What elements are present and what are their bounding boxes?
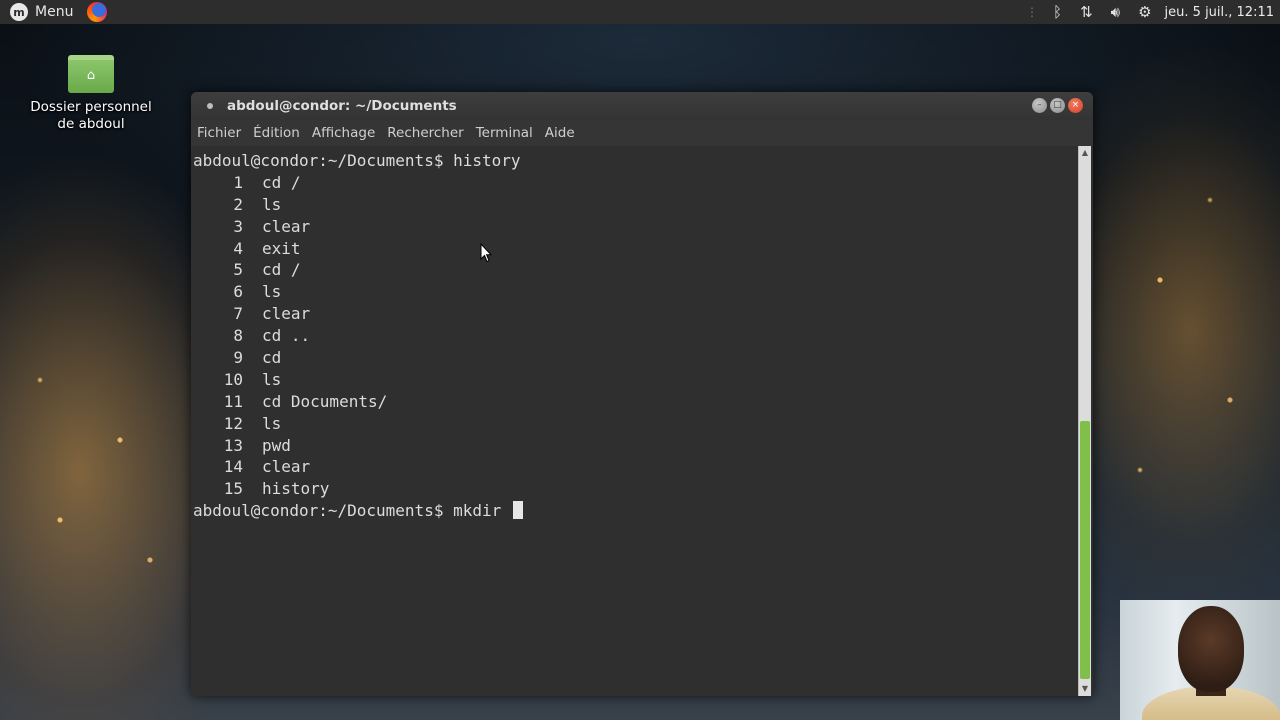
history-number: 1 [233,172,243,192]
history-line: 4 exit [193,238,1078,260]
menu-terminal[interactable]: Terminal [476,125,533,141]
window-titlebar[interactable]: abdoul@condor: ~/Documents – □ × [191,92,1093,120]
window-controls: – □ × [1029,98,1083,113]
history-command: cd Documents/ [262,391,388,411]
mouse-pointer-icon [480,243,492,263]
history-line: 15 history [193,478,1078,500]
history-number: 5 [233,260,243,280]
history-line: 5 cd / [193,259,1078,281]
history-command: ls [262,194,282,214]
webcam-overlay [1120,600,1280,720]
menu-edition[interactable]: Édition [253,125,300,141]
history-number: 3 [233,216,243,236]
prompt-line: abdoul@condor:~/Documents$ history [193,150,1078,172]
network-icon[interactable]: ⇅ [1071,3,1102,21]
desktop-icon-label-line2: de abdoul [57,116,125,132]
folder-icon: ⌂ [68,55,114,93]
input-line[interactable]: abdoul@condor:~/Documents$ mkdir [193,500,1078,522]
menu-button[interactable]: m Menu [0,0,81,24]
current-input[interactable]: mkdir [453,501,511,520]
menu-rechercher[interactable]: Rechercher [387,125,463,141]
history-line: 2 ls [193,194,1078,216]
history-command: cd / [262,260,301,280]
history-line: 3 clear [193,216,1078,238]
history-line: 10 ls [193,369,1078,391]
history-line: 11 cd Documents/ [193,391,1078,413]
settings-icon[interactable]: ⚙ [1129,3,1160,21]
history-number: 14 [223,457,243,477]
prompt: abdoul@condor:~/Documents$ [193,151,444,170]
prompt: abdoul@condor:~/Documents$ [193,501,444,521]
window-title: abdoul@condor: ~/Documents [227,98,457,114]
history-command: ls [262,413,282,433]
mint-logo-icon: m [10,3,28,21]
history-command: ls [262,369,282,389]
history-command: ls [262,282,282,302]
close-button[interactable]: × [1068,98,1083,113]
scrollbar[interactable]: ▲ ▼ [1078,146,1091,696]
terminal-menubar: Fichier Édition Affichage Rechercher Ter… [191,120,1093,146]
history-line: 12 ls [193,413,1078,435]
home-icon: ⌂ [86,68,96,83]
scrollbar-thumb[interactable] [1080,421,1090,679]
system-tray: ⋮ ᛒ ⇅ 🔊︎ ⚙ jeu. 5 juil., 12:11 [1020,0,1280,24]
minimize-button[interactable]: – [1032,98,1047,113]
history-command: clear [262,304,311,324]
scroll-up-icon[interactable]: ▲ [1079,146,1091,160]
menu-affichage[interactable]: Affichage [312,125,375,141]
history-command: pwd [262,435,291,455]
history-number: 13 [223,435,243,455]
clock[interactable]: jeu. 5 juil., 12:11 [1161,5,1280,20]
webcam-person-head [1178,606,1244,692]
maximize-button[interactable]: □ [1050,98,1065,113]
history-number: 4 [233,238,243,258]
window-menu-icon[interactable] [207,103,213,109]
history-number: 9 [233,348,243,368]
history-number: 2 [233,194,243,214]
menu-fichier[interactable]: Fichier [197,125,241,141]
desktop-icon-label-line1: Dossier personnel [30,99,152,115]
history-number: 8 [233,326,243,346]
history-line: 1 cd / [193,172,1078,194]
history-command: exit [262,238,301,258]
home-folder-desktop-icon[interactable]: ⌂ Dossier personnel de abdoul [22,55,160,133]
tray-separator-icon: ⋮ [1026,5,1039,19]
terminal-window: abdoul@condor: ~/Documents – □ × Fichier… [191,92,1093,696]
text-cursor [512,501,523,520]
history-line: 6 ls [193,281,1078,303]
history-command: cd .. [262,326,311,346]
history-line: 13 pwd [193,435,1078,457]
history-command: clear [262,216,311,236]
history-number: 15 [223,479,243,499]
history-command: cd / [262,172,301,192]
history-line: 7 clear [193,303,1078,325]
firefox-icon[interactable] [87,2,108,22]
terminal-output[interactable]: abdoul@condor:~/Documents$ history 1 cd /… [191,146,1078,696]
history-number: 7 [233,304,243,324]
history-command: clear [262,457,311,477]
top-panel: m Menu ⋮ ᛒ ⇅ 🔊︎ ⚙ jeu. 5 juil., 12:11 [0,0,1280,24]
history-line: 8 cd .. [193,325,1078,347]
history-command: cd [262,348,282,368]
history-number: 11 [223,391,243,411]
menu-label: Menu [35,4,74,20]
scroll-down-icon[interactable]: ▼ [1079,682,1091,696]
menu-aide[interactable]: Aide [545,125,575,141]
history-line: 14 clear [193,456,1078,478]
history-line: 9 cd [193,347,1078,369]
desktop-icon-label: Dossier personnel de abdoul [22,99,160,133]
history-number: 6 [233,282,243,302]
history-output: 1 cd /2 ls 3 clear 4 exit 5 cd /6 ls 7 clear 8 cd .. 9… [193,172,1078,500]
history-number: 12 [223,413,243,433]
volume-icon[interactable]: 🔊︎ [1102,3,1129,21]
bluetooth-icon[interactable]: ᛒ [1044,3,1071,21]
command-text: history [453,151,521,170]
history-number: 10 [223,369,243,389]
history-command: history [262,479,330,499]
